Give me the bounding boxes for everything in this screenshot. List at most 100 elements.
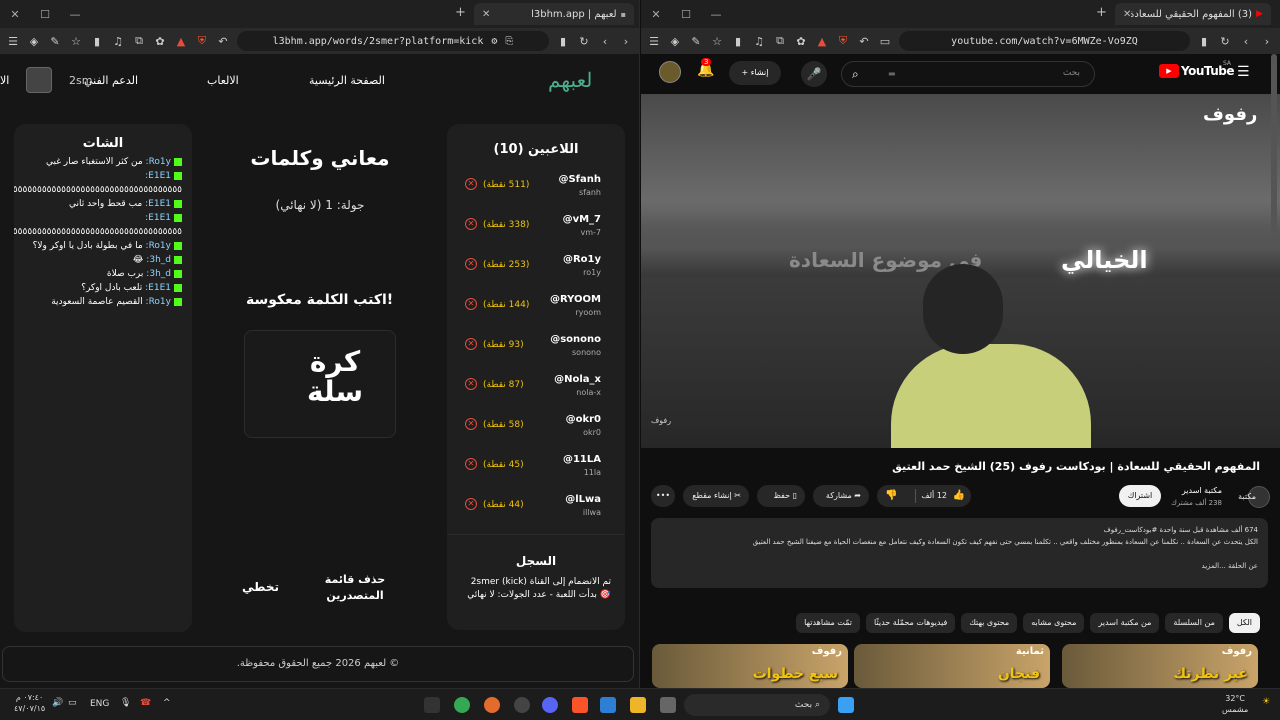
filter-chip[interactable]: محتوى بهتك <box>961 613 1018 633</box>
keyboard-icon[interactable]: ▬ <box>888 69 896 78</box>
store-icon[interactable] <box>600 697 616 713</box>
screenshot-icon[interactable]: ⧉ <box>132 34 146 48</box>
windows-start-icon[interactable] <box>838 697 854 713</box>
menu-icon[interactable]: ☰ <box>6 35 20 48</box>
back-icon[interactable]: ‹ <box>1239 35 1253 48</box>
extension-icon[interactable]: ✎ <box>689 35 703 48</box>
forward-icon[interactable]: › <box>1260 35 1274 48</box>
shield-icon[interactable]: ◈ <box>27 35 41 48</box>
close-window-icon[interactable]: ✕ <box>641 8 671 21</box>
close-window-icon[interactable]: ✕ <box>0 8 30 21</box>
back-share-icon[interactable]: ↶ <box>216 35 230 48</box>
epic-games-icon[interactable] <box>424 697 440 713</box>
brave-icon[interactable] <box>572 697 588 713</box>
description-box[interactable]: 674 ألف مشاهدة قبل سنة واحدة #بودكاست_رف… <box>651 518 1268 588</box>
maximize-icon[interactable]: ☐ <box>30 8 60 21</box>
video-player[interactable]: رفوف في موضوع السعادة الخيالي رفوف <box>641 94 1280 448</box>
skip-button[interactable]: تخطي <box>242 580 279 594</box>
sidebar-icon[interactable]: ▮ <box>731 35 745 48</box>
filter-chip[interactable]: محتوى مشابه <box>1023 613 1085 633</box>
more-actions-icon[interactable]: ••• <box>651 485 675 507</box>
cast-icon[interactable]: ▭ <box>878 35 892 48</box>
bookmark-page-icon[interactable]: ▮ <box>556 35 570 48</box>
reload-icon[interactable]: ↻ <box>1218 35 1232 48</box>
subscribe-button[interactable]: اشتراك <box>1119 485 1161 507</box>
close-tab-icon[interactable]: ✕ <box>1123 9 1131 20</box>
puzzle-icon[interactable]: ✿ <box>153 35 167 48</box>
music-icon[interactable]: ♫ <box>111 35 125 48</box>
nav-extra[interactable]: الا <box>0 74 9 87</box>
remove-player-icon[interactable]: ✕ <box>465 498 477 510</box>
brave-shield-icon[interactable]: ⛨ <box>195 34 209 48</box>
site-logo[interactable]: لعبهم <box>548 68 592 92</box>
rewards-icon[interactable]: ▲ <box>174 35 188 48</box>
sidebar-icon[interactable]: ▮ <box>90 35 104 48</box>
extension-icon[interactable]: ✎ <box>48 35 62 48</box>
remove-player-icon[interactable]: ✕ <box>465 458 477 470</box>
related-video-thumbnail[interactable]: رفوف غير نظرتك <box>1062 644 1258 688</box>
avatar[interactable] <box>26 67 52 93</box>
search-icon[interactable]: ⌕ <box>852 67 859 82</box>
remove-player-icon[interactable]: ✕ <box>465 218 477 230</box>
shield-icon[interactable]: ◈ <box>668 35 682 48</box>
bookmark-icon[interactable]: ☆ <box>69 35 83 48</box>
clip-button[interactable]: ✂ إنشاء مقطع <box>683 485 749 507</box>
steam-icon[interactable] <box>514 697 530 713</box>
nav-games[interactable]: الالعاب <box>207 74 239 87</box>
maximize-icon[interactable]: ☐ <box>671 8 701 21</box>
like-button[interactable]: 👍 <box>953 485 965 507</box>
weather-widget[interactable]: 32°C مشمس <box>1222 693 1248 715</box>
new-tab-icon[interactable]: + <box>1096 5 1107 20</box>
nav-username[interactable]: 2sm <box>69 74 92 87</box>
tune-icon[interactable]: ⚙ <box>491 36 497 47</box>
remove-player-icon[interactable]: ✕ <box>465 338 477 350</box>
create-button[interactable]: إنشاء + <box>729 61 781 85</box>
mic-icon[interactable]: 🎙 <box>120 698 131 708</box>
address-bar[interactable]: youtube.com/watch?v=6MWZe-Vo9ZQ <box>899 31 1190 51</box>
save-button[interactable]: ▯ حفظ <box>757 485 805 507</box>
filter-chip[interactable]: تمّت مشاهدتها <box>796 613 860 633</box>
call-icon[interactable]: ☎ <box>140 698 151 708</box>
volume-icon[interactable]: 🔊 <box>52 698 63 708</box>
minimize-icon[interactable]: — <box>60 8 90 21</box>
close-tab-icon[interactable]: ✕ <box>482 9 490 20</box>
screenshot-icon[interactable]: ⧉ <box>773 34 787 48</box>
menu-icon[interactable]: ☰ <box>647 35 661 48</box>
related-video-thumbnail[interactable]: ثمانية فنجان <box>854 644 1050 688</box>
bookmark-page-icon[interactable]: ▮ <box>1197 35 1211 48</box>
channel-name[interactable]: مكتبة اسدير <box>1182 486 1222 495</box>
dislike-button[interactable]: 👎 <box>885 485 897 507</box>
remove-player-icon[interactable]: ✕ <box>465 298 477 310</box>
music-icon[interactable]: ♫ <box>752 35 766 48</box>
filter-chip[interactable]: من مكتبة اسدير <box>1090 613 1160 633</box>
share-button[interactable]: ➦ مشاركة <box>813 485 869 507</box>
reload-icon[interactable]: ↻ <box>577 35 591 48</box>
minimize-icon[interactable]: — <box>701 8 731 21</box>
filter-chip[interactable]: الكل <box>1228 613 1260 633</box>
language-indicator[interactable]: ENG <box>90 699 109 709</box>
brave-shield-icon[interactable]: ⛨ <box>836 34 850 48</box>
taskbar-search[interactable]: ⌕ بحث <box>684 694 830 716</box>
discord-icon[interactable] <box>542 697 558 713</box>
guide-menu-icon[interactable]: ☰ <box>1237 64 1250 80</box>
folder-icon[interactable] <box>630 697 646 713</box>
filter-chip[interactable]: فيديوهات محمّلة حديثًا <box>866 613 956 633</box>
nav-home[interactable]: الصفحة الرئيسية <box>309 74 385 87</box>
remove-player-icon[interactable]: ✕ <box>465 378 477 390</box>
paste-icon[interactable]: ⎘ <box>505 36 513 47</box>
tab-l3bhm[interactable]: ▪ لعبهم | l3bhm.app ✕ <box>474 3 634 25</box>
search-input[interactable]: ⌕ ▬ بحث <box>841 61 1095 87</box>
bookmark-icon[interactable]: ☆ <box>710 35 724 48</box>
task-view-icon[interactable] <box>660 697 676 713</box>
puzzle-icon[interactable]: ✿ <box>794 35 808 48</box>
chrome-icon[interactable] <box>454 697 470 713</box>
remove-player-icon[interactable]: ✕ <box>465 418 477 430</box>
tab-youtube[interactable]: ▶ (3) المفهوم الحقيقي للسعادة | ✕ <box>1115 3 1271 25</box>
app-icon[interactable] <box>484 697 500 713</box>
new-tab-icon[interactable]: + <box>455 5 466 20</box>
rewards-icon[interactable]: ▲ <box>815 35 829 48</box>
related-video-thumbnail[interactable]: رفوف سبع خطوات <box>652 644 848 688</box>
youtube-logo-icon[interactable]: ▶ <box>1159 64 1179 78</box>
back-share-icon[interactable]: ↶ <box>857 35 871 48</box>
more-link[interactable]: ...المزيد <box>1202 562 1226 570</box>
